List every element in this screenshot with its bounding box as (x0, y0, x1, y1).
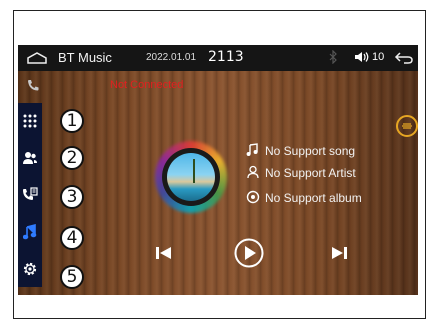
contacts-icon (23, 152, 37, 164)
sidebar-item-apps[interactable] (18, 103, 42, 139)
play-icon (234, 238, 264, 268)
next-track-button[interactable] (330, 245, 348, 266)
time-display: 2113 (208, 49, 244, 65)
previous-track-button[interactable] (155, 245, 173, 266)
album-disc-icon (246, 190, 260, 204)
sidebar-menu (18, 103, 42, 287)
phone-link-icon (26, 78, 40, 96)
callout-2: 2 (60, 146, 84, 170)
speaker-icon (355, 52, 369, 62)
album-cover-image (167, 153, 215, 201)
equalizer-icon (402, 123, 412, 129)
callout-3: 3 (60, 185, 84, 209)
song-title: No Support song (265, 144, 356, 158)
volume-indicator[interactable]: 10 (354, 51, 384, 63)
eq-shortcut-button[interactable] (396, 115, 418, 137)
music-note-icon (23, 224, 37, 240)
callout-1: 1 (60, 109, 84, 133)
apps-grid-icon (23, 114, 37, 128)
artist-icon (247, 165, 259, 179)
callout-5: 5 (60, 265, 84, 289)
connection-status-row: Not Connected (18, 71, 418, 93)
date-display: 2022.01.01 (146, 52, 197, 63)
play-button[interactable] (234, 238, 264, 273)
head-unit-screen: BT Music 2022.01.01 2113 10 Not Connecte… (18, 45, 418, 295)
call-log-icon (23, 187, 38, 200)
skip-next-icon (332, 247, 347, 259)
bluetooth-icon (328, 49, 338, 69)
app-title: BT Music (58, 50, 112, 65)
sidebar-item-settings[interactable] (18, 251, 42, 287)
top-status-bar: BT Music 2022.01.01 2113 10 (18, 45, 418, 71)
connection-status-text: Not Connected (110, 79, 184, 91)
album-name: No Support album (265, 191, 362, 205)
sidebar-item-contacts[interactable] (18, 140, 42, 176)
home-icon[interactable] (27, 51, 47, 70)
song-note-icon (246, 143, 258, 156)
artist-name: No Support Artist (265, 166, 356, 180)
sidebar-item-call-log[interactable] (18, 177, 42, 213)
callout-4: 4 (60, 226, 84, 250)
skip-previous-icon (156, 247, 171, 259)
sidebar-item-music[interactable] (18, 214, 42, 250)
settings-icon (23, 262, 37, 276)
volume-level: 10 (372, 51, 385, 63)
back-icon[interactable] (394, 51, 414, 70)
